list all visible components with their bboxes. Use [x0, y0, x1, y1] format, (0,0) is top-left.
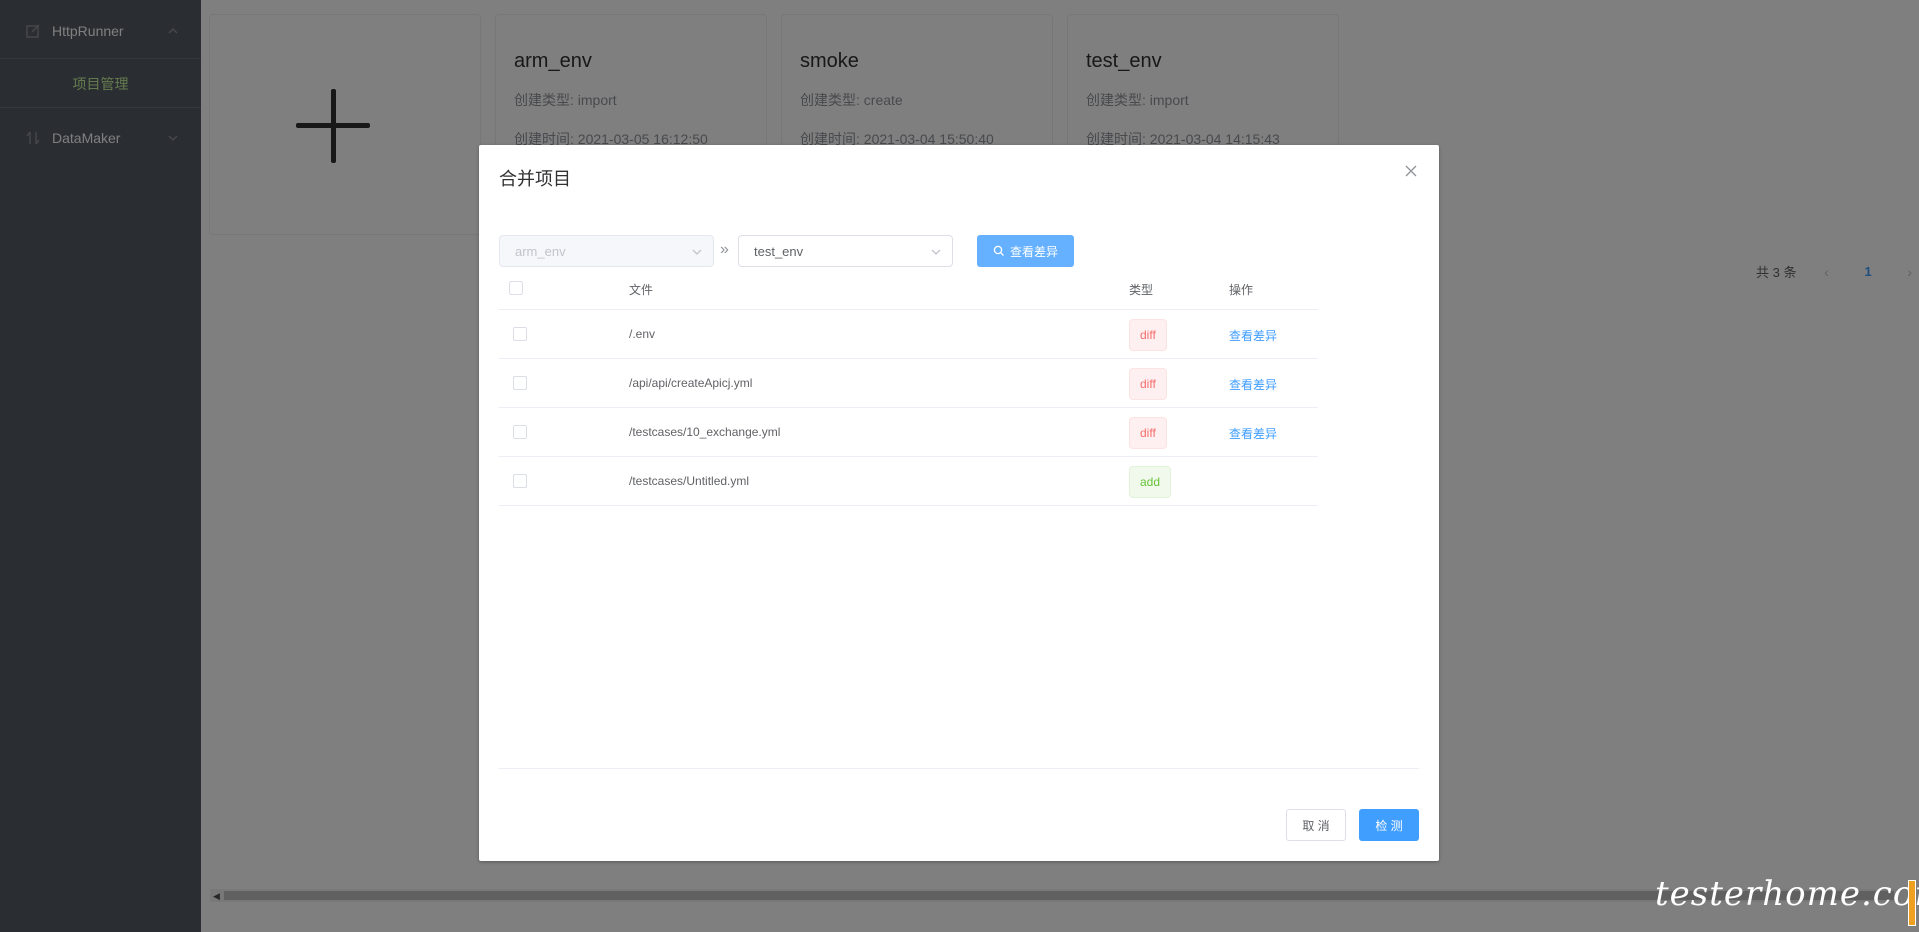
file-path: /testcases/10_exchange.yml: [629, 425, 781, 439]
cancel-button[interactable]: 取 消: [1286, 809, 1346, 841]
dialog-title: 合并项目: [499, 169, 571, 189]
type-tag: diff: [1129, 417, 1167, 449]
target-project-select[interactable]: test_env: [738, 235, 953, 267]
select-all-checkbox[interactable]: [509, 281, 523, 295]
view-diff-link[interactable]: 查看差异: [1229, 327, 1277, 344]
select-value: arm_env: [515, 243, 566, 259]
close-icon[interactable]: [1403, 163, 1419, 179]
header-op: 操作: [1229, 283, 1254, 297]
diff-file-table: 文件 类型 操作 /.env diff 查看差异 /api/api/create…: [499, 267, 1318, 506]
double-arrow-right-icon: »: [720, 241, 729, 258]
table-row: /testcases/Untitled.yml add: [499, 457, 1318, 506]
file-path: /api/api/createApicj.yml: [629, 376, 753, 390]
chevron-down-icon: [931, 249, 941, 255]
view-diff-link[interactable]: 查看差异: [1229, 376, 1277, 393]
search-icon: [993, 245, 1004, 256]
merge-project-dialog: 合并项目 arm_env » test_env 查看差异 文件 类型 操作 /.…: [479, 145, 1439, 861]
row-checkbox[interactable]: [513, 425, 527, 439]
table-row: /testcases/10_exchange.yml diff 查看差异: [499, 408, 1318, 457]
table-header: 文件 类型 操作: [499, 267, 1318, 310]
type-tag: add: [1129, 466, 1172, 498]
view-diff-link[interactable]: 查看差异: [1229, 425, 1277, 442]
header-type: 类型: [1129, 283, 1154, 297]
table-row: /api/api/createApicj.yml diff 查看差异: [499, 359, 1318, 408]
table-row: /.env diff 查看差异: [499, 310, 1318, 359]
type-tag: diff: [1129, 319, 1167, 351]
button-label: 查看差异: [1009, 244, 1058, 259]
watermark: testerhome.com: [1655, 874, 1919, 914]
divider: [499, 768, 1419, 769]
source-project-select: arm_env: [499, 235, 714, 267]
select-value: test_env: [754, 243, 804, 259]
watermark-bar: [1908, 880, 1916, 926]
file-path: /testcases/Untitled.yml: [629, 474, 750, 488]
row-checkbox[interactable]: [513, 376, 527, 390]
view-diff-button[interactable]: 查看差异: [977, 235, 1074, 267]
file-path: /.env: [629, 327, 656, 341]
header-file: 文件: [629, 283, 654, 297]
row-checkbox[interactable]: [513, 327, 527, 341]
type-tag: diff: [1129, 368, 1167, 400]
check-button[interactable]: 检 测: [1359, 809, 1419, 841]
row-checkbox[interactable]: [513, 474, 527, 488]
chevron-down-icon: [692, 249, 702, 255]
